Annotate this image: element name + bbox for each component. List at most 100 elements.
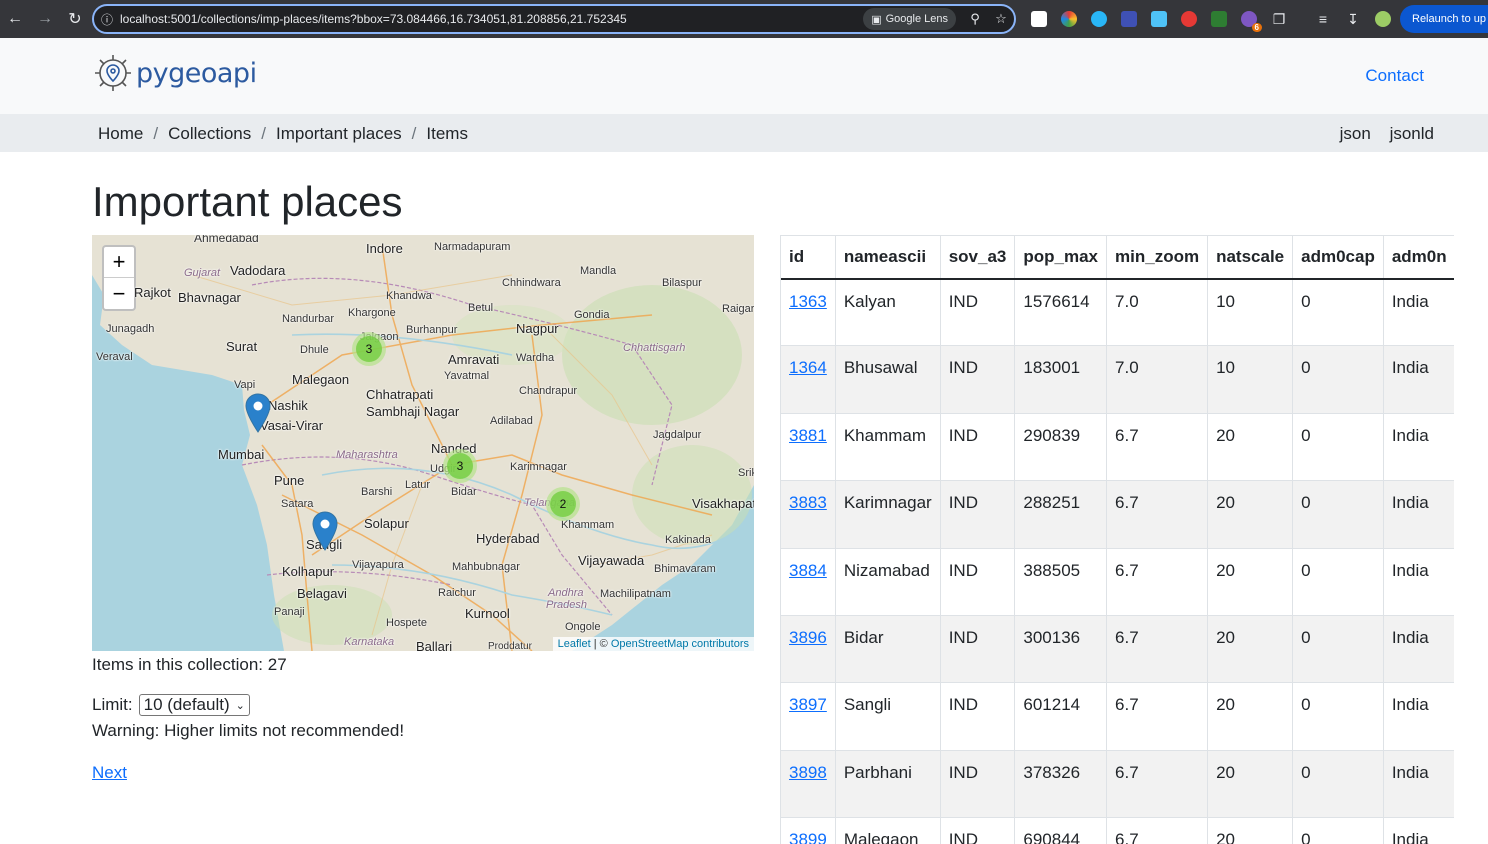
map-label: Satara bbox=[281, 498, 314, 510]
extensions-puzzle-icon[interactable]: ❐ bbox=[1264, 0, 1294, 38]
leaflet-link[interactable]: Leaflet bbox=[558, 638, 591, 650]
extension-blue-icon[interactable] bbox=[1084, 0, 1114, 38]
extension-puzzle-blue-icon[interactable] bbox=[1144, 0, 1174, 38]
next-page-link[interactable]: Next bbox=[92, 763, 127, 783]
table-row: 3897 Sangli IND 601214 6.7 20 0 India bbox=[781, 682, 1454, 751]
zoom-in-button[interactable]: + bbox=[104, 247, 134, 278]
forward-icon[interactable]: → bbox=[30, 0, 60, 38]
map[interactable]: + − Ahmedabad Indore Narmadapuram Gujara… bbox=[92, 235, 754, 651]
marker-cluster[interactable]: 3 bbox=[352, 332, 386, 366]
attribution-separator: | © bbox=[590, 638, 611, 650]
table-cell: 7.0 bbox=[1106, 278, 1209, 347]
breadcrumb-items[interactable]: Items bbox=[426, 124, 468, 144]
item-link[interactable]: 3883 bbox=[789, 493, 827, 512]
pygeoapi-logo[interactable]: pygeoapi bbox=[92, 52, 257, 94]
zoom-out-button[interactable]: − bbox=[104, 278, 134, 309]
map-label: Betul bbox=[468, 302, 494, 314]
extension-badge-icon[interactable]: 6 bbox=[1234, 0, 1264, 38]
relaunch-button[interactable]: Relaunch to up bbox=[1400, 5, 1488, 33]
map-label: Rajkot bbox=[134, 285, 171, 300]
table-cell-id: 3898 bbox=[781, 750, 836, 819]
extension-badge-count: 6 bbox=[1251, 23, 1262, 32]
breadcrumb-important-places[interactable]: Important places bbox=[276, 124, 402, 144]
google-lens-button[interactable]: ▣ Google Lens bbox=[863, 8, 956, 30]
column-header-natscale[interactable]: natscale bbox=[1207, 235, 1294, 280]
marker-cluster[interactable]: 2 bbox=[546, 487, 580, 521]
logo-text: pygeoapi bbox=[136, 57, 257, 89]
contact-link[interactable]: Contact bbox=[1365, 66, 1424, 86]
column-header-sov-a3[interactable]: sov_a3 bbox=[940, 235, 1016, 280]
map-label: Dhule bbox=[300, 344, 329, 356]
bookmark-star-icon[interactable]: ☆ bbox=[988, 11, 1014, 27]
column-header-min-zoom[interactable]: min_zoom bbox=[1106, 235, 1209, 280]
map-label: Belagavi bbox=[297, 586, 347, 601]
item-link[interactable]: 3884 bbox=[789, 561, 827, 580]
table-cell: 20 bbox=[1207, 817, 1294, 844]
item-link[interactable]: 3881 bbox=[789, 426, 827, 445]
breadcrumb-home[interactable]: Home bbox=[98, 124, 143, 144]
map-label: Proddatur bbox=[488, 641, 532, 651]
reload-icon[interactable]: ↻ bbox=[60, 0, 90, 38]
table-cell: 20 bbox=[1207, 682, 1294, 751]
format-json-link[interactable]: json bbox=[1340, 124, 1371, 143]
table-cell: 300136 bbox=[1014, 615, 1108, 684]
download-icon[interactable]: ↧ bbox=[1338, 0, 1368, 38]
limit-select[interactable]: 10 (default) ⌄ bbox=[138, 694, 250, 716]
map-label: Veraval bbox=[96, 351, 133, 363]
table-cell: India bbox=[1383, 413, 1454, 482]
item-link[interactable]: 3897 bbox=[789, 695, 827, 714]
table-cell: Kalyan bbox=[835, 278, 941, 347]
table-cell: 20 bbox=[1207, 750, 1294, 819]
url-text[interactable]: localhost:5001/collections/imp-places/it… bbox=[120, 12, 863, 26]
map-label: Yavatmal bbox=[444, 370, 490, 382]
map-label: Junagadh bbox=[106, 323, 155, 335]
extension-green-icon[interactable] bbox=[1204, 0, 1234, 38]
items-count: Items in this collection: 27 bbox=[92, 655, 287, 674]
extension-red-icon[interactable] bbox=[1174, 0, 1204, 38]
column-header-adm0cap[interactable]: adm0cap bbox=[1292, 235, 1384, 280]
item-link[interactable]: 1364 bbox=[789, 358, 827, 377]
map-label: Raigar bbox=[722, 303, 754, 315]
map-label: Karimnagar bbox=[510, 461, 567, 473]
table-cell: Nizamabad bbox=[835, 548, 941, 616]
item-link[interactable]: 3898 bbox=[789, 763, 827, 782]
site-info-icon[interactable]: ⓘ bbox=[94, 11, 120, 28]
map-label: Indore bbox=[366, 241, 403, 256]
map-marker-icon[interactable] bbox=[312, 511, 338, 551]
format-jsonld-link[interactable]: jsonld bbox=[1390, 124, 1434, 143]
address-bar[interactable]: ⓘ localhost:5001/collections/imp-places/… bbox=[92, 4, 1016, 34]
map-label: Mandla bbox=[580, 265, 617, 277]
column-header-adm0n[interactable]: adm0n bbox=[1383, 235, 1454, 280]
back-icon[interactable]: ← bbox=[0, 0, 30, 38]
extension-color-icon[interactable] bbox=[1054, 0, 1084, 38]
cluster-count: 3 bbox=[447, 453, 473, 479]
zoom-control: + − bbox=[102, 245, 136, 311]
table-cell: Parbhani bbox=[835, 750, 941, 819]
map-label: Maharashtra bbox=[336, 449, 398, 461]
map-label: Raichur bbox=[438, 587, 476, 599]
extension-shield-icon[interactable] bbox=[1114, 0, 1144, 38]
lens-label: Google Lens bbox=[885, 13, 948, 25]
item-link[interactable]: 3896 bbox=[789, 628, 827, 647]
profile-icon[interactable] bbox=[1368, 0, 1398, 38]
item-link[interactable]: 1363 bbox=[789, 292, 827, 311]
table-row: 1363 Kalyan IND 1576614 7.0 10 0 India bbox=[781, 278, 1454, 347]
map-marker-icon[interactable] bbox=[245, 393, 271, 433]
breadcrumb: Home / Collections / Important places / … bbox=[0, 114, 1488, 152]
osm-link[interactable]: OpenStreetMap contributors bbox=[611, 638, 749, 650]
breadcrumb-collections[interactable]: Collections bbox=[168, 124, 251, 144]
reading-list-icon[interactable]: ≡ bbox=[1308, 0, 1338, 38]
items-table-container[interactable]: id nameascii sov_a3 pop_max min_zoom nat… bbox=[780, 235, 1454, 844]
column-header-nameascii[interactable]: nameascii bbox=[835, 235, 941, 280]
map-label: Vadodara bbox=[230, 263, 286, 278]
extensions-bar: 6 ❐ ≡ ↧ bbox=[1024, 0, 1398, 38]
extension-s-icon[interactable] bbox=[1024, 0, 1054, 38]
map-label: Bhavnagar bbox=[178, 290, 241, 305]
map-label: Srikakulam bbox=[738, 467, 754, 479]
map-label: Machilipatnam bbox=[600, 588, 671, 600]
item-link[interactable]: 3899 bbox=[789, 830, 827, 844]
zoom-icon[interactable]: ⚲ bbox=[962, 11, 988, 27]
column-header-pop-max[interactable]: pop_max bbox=[1014, 235, 1108, 280]
column-header-id[interactable]: id bbox=[781, 235, 836, 280]
marker-cluster[interactable]: 3 bbox=[443, 449, 477, 483]
